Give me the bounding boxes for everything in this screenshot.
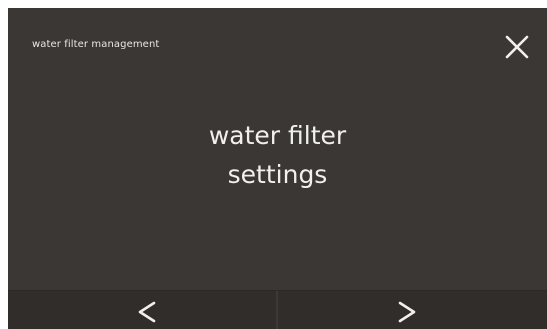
close-button[interactable] xyxy=(500,30,534,64)
screen: water filter management water filter set… xyxy=(8,8,547,329)
menu-item-label-line-1: water filter xyxy=(208,121,347,150)
chevron-right-icon xyxy=(398,301,416,323)
navigation-bar xyxy=(8,290,547,329)
chevron-left-icon xyxy=(138,301,156,323)
menu-item-label[interactable]: water filter settings xyxy=(8,116,547,194)
close-icon xyxy=(505,35,529,59)
menu-item-label-line-2: settings xyxy=(227,160,328,189)
next-button[interactable] xyxy=(278,291,547,329)
previous-button[interactable] xyxy=(8,291,276,329)
screen-title: water filter management xyxy=(32,39,160,50)
